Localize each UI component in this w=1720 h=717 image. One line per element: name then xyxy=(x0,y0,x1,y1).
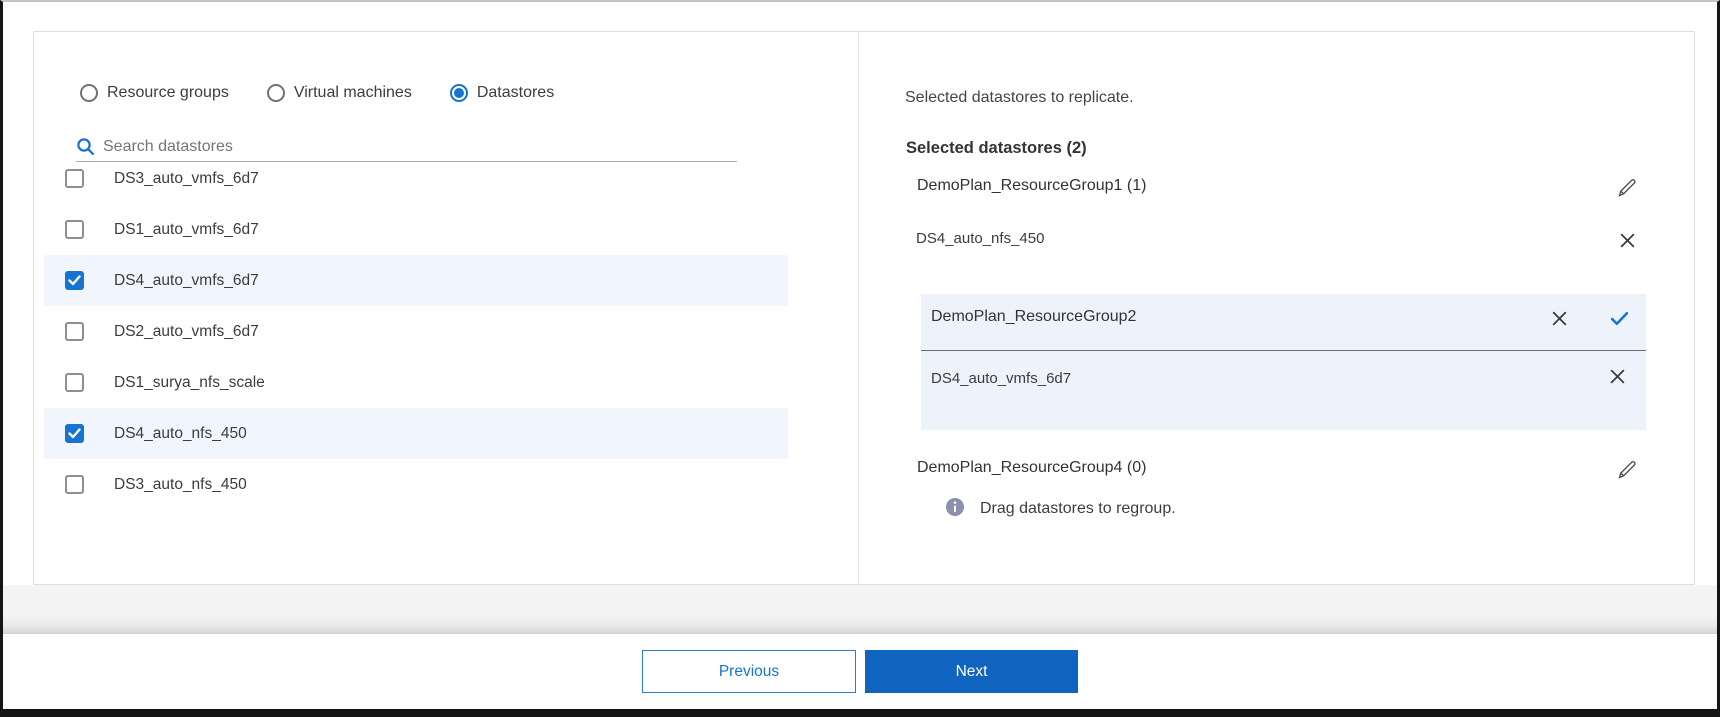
group-name-input[interactable] xyxy=(931,308,1421,326)
previous-button[interactable]: Previous xyxy=(642,650,856,693)
grouped-datastore-name: DS4_auto_nfs_450 xyxy=(916,230,1044,247)
info-row: Drag datastores to regroup. xyxy=(946,498,1176,519)
radio-virtual-machines[interactable]: Virtual machines xyxy=(267,84,412,102)
card-footer-shadow-band xyxy=(3,585,1717,634)
datastore-name: DS4_auto_nfs_450 xyxy=(114,425,247,443)
radio-datastores[interactable]: Datastores xyxy=(450,84,554,102)
checkbox-unchecked-icon[interactable] xyxy=(65,169,84,188)
checkbox-unchecked-icon[interactable] xyxy=(65,475,84,494)
checkbox-unchecked-icon[interactable] xyxy=(65,373,84,392)
panel-description: Selected datastores to replicate. xyxy=(905,89,1134,107)
cancel-edit-x-icon[interactable] xyxy=(1551,310,1568,327)
selected-datastores-heading: Selected datastores (2) xyxy=(906,139,1087,158)
datastore-row[interactable]: DS1_auto_vmfs_6d7 xyxy=(44,204,788,255)
resource-group-1-datastore-row: DS4_auto_nfs_450 xyxy=(859,227,1694,253)
datastore-row[interactable]: DS3_auto_nfs_450 xyxy=(44,459,788,510)
datastore-row[interactable]: DS1_surya_nfs_scale xyxy=(44,357,788,408)
datastore-row-selected[interactable]: DS4_auto_nfs_450 xyxy=(44,408,788,459)
selected-datastores-panel: Selected datastores to replicate. Select… xyxy=(859,32,1694,584)
resource-group-name: DemoPlan_ResourceGroup1 (1) xyxy=(917,177,1146,195)
radio-label: Virtual machines xyxy=(294,84,412,102)
resource-group-1-row: DemoPlan_ResourceGroup1 (1) xyxy=(859,175,1694,201)
group-name-edit-row xyxy=(921,294,1646,351)
checkbox-checked-icon[interactable] xyxy=(65,424,84,443)
source-selection-panel: Resource groups Virtual machines Datasto… xyxy=(34,32,859,584)
edit-pencil-icon[interactable] xyxy=(1615,176,1639,200)
replication-wizard-page: Resource groups Virtual machines Datasto… xyxy=(0,0,1720,717)
datastore-row-selected[interactable]: DS4_auto_vmfs_6d7 xyxy=(44,255,788,306)
wizard-navigation: Previous Next xyxy=(3,650,1717,693)
next-button[interactable]: Next xyxy=(865,650,1078,693)
checkbox-unchecked-icon[interactable] xyxy=(65,322,84,341)
datastore-name: DS2_auto_vmfs_6d7 xyxy=(114,323,259,341)
radio-circle-icon xyxy=(450,84,468,102)
datastore-name: DS3_auto_vmfs_6d7 xyxy=(114,170,259,188)
datastore-name: DS4_auto_vmfs_6d7 xyxy=(114,272,259,290)
datastore-list: DS3_auto_vmfs_6d7 DS1_auto_vmfs_6d7 DS4_… xyxy=(34,153,858,510)
datastore-name: DS3_auto_nfs_450 xyxy=(114,476,247,494)
datastore-row[interactable]: DS2_auto_vmfs_6d7 xyxy=(44,306,788,357)
remove-datastore-x-icon[interactable] xyxy=(1615,228,1639,252)
datastore-name: DS1_auto_vmfs_6d7 xyxy=(114,221,259,239)
resource-group-2-edit-box: DS4_auto_vmfs_6d7 xyxy=(921,294,1646,430)
window-bottom-edge xyxy=(3,709,1717,717)
radio-resource-groups[interactable]: Resource groups xyxy=(80,84,229,102)
datastore-selection-card: Resource groups Virtual machines Datasto… xyxy=(33,31,1695,585)
resource-group-2-datastore-row: DS4_auto_vmfs_6d7 xyxy=(921,351,1646,409)
radio-label: Datastores xyxy=(477,84,554,102)
radio-circle-icon xyxy=(267,84,285,102)
datastore-name: DS1_surya_nfs_scale xyxy=(114,374,265,392)
info-text: Drag datastores to regroup. xyxy=(980,498,1176,519)
grouped-datastore-name: DS4_auto_vmfs_6d7 xyxy=(931,370,1071,387)
confirm-edit-check-icon[interactable] xyxy=(1610,310,1629,327)
checkbox-unchecked-icon[interactable] xyxy=(65,220,84,239)
radio-circle-icon xyxy=(80,84,98,102)
remove-datastore-x-icon[interactable] xyxy=(1609,368,1626,385)
radio-label: Resource groups xyxy=(107,84,229,102)
selection-mode-radio-group: Resource groups Virtual machines Datasto… xyxy=(80,84,554,102)
info-row-clip: Drag datastores to regroup. xyxy=(859,469,1694,519)
info-icon xyxy=(946,498,964,516)
checkbox-checked-icon[interactable] xyxy=(65,271,84,290)
datastore-row[interactable]: DS3_auto_vmfs_6d7 xyxy=(44,153,788,204)
